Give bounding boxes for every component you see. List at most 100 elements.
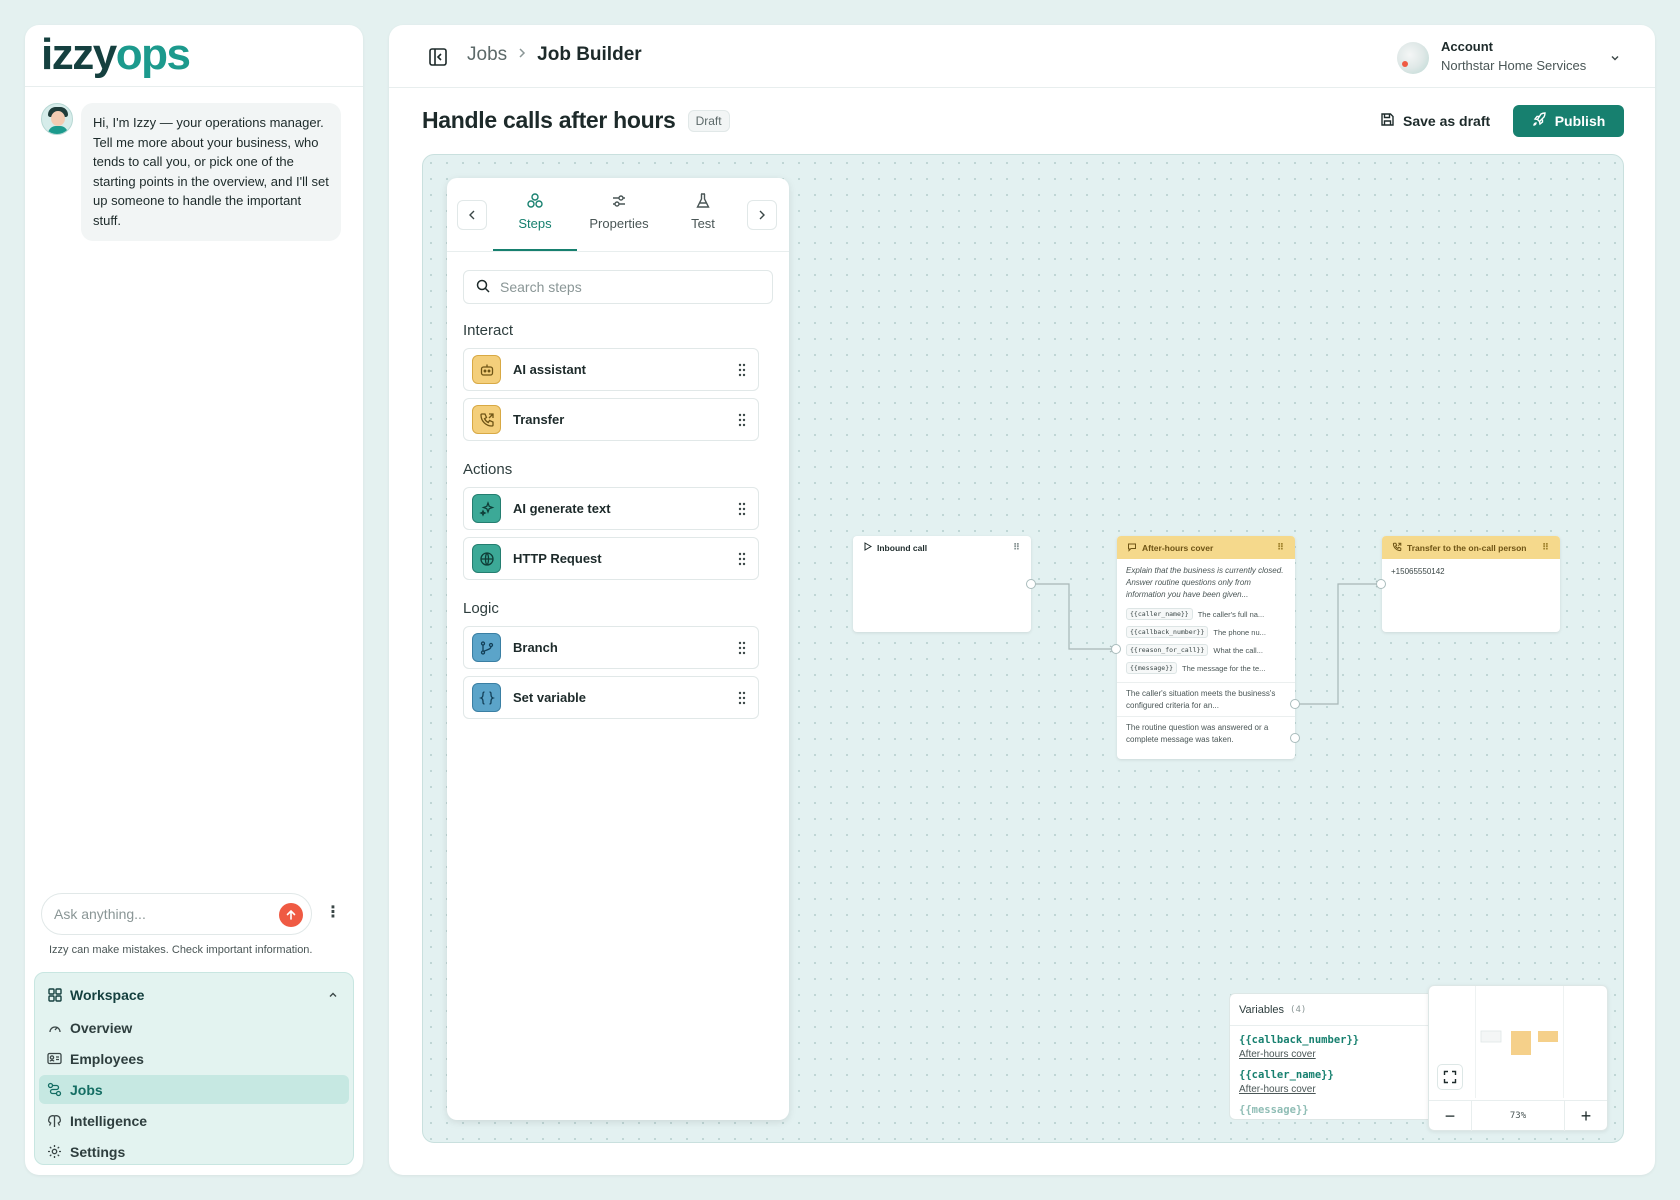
step-label: Branch: [513, 640, 558, 655]
phone-forward-icon: [1392, 542, 1402, 554]
zoom-level: 73%: [1471, 1101, 1565, 1131]
group-interact: Interact: [463, 322, 514, 339]
brand-logo[interactable]: izzyops: [25, 25, 363, 87]
nav-item-intelligence[interactable]: Intelligence: [39, 1106, 349, 1135]
drag-handle-icon[interactable]: [738, 502, 746, 516]
step-ai-assistant[interactable]: AI assistant: [463, 348, 759, 391]
flow-canvas[interactable]: Steps Properties Test Search steps Inter…: [422, 154, 1624, 1143]
breadcrumb-jobs-link[interactable]: Jobs: [467, 44, 507, 66]
steps-panel: Steps Properties Test Search steps Inter…: [447, 178, 789, 1120]
variable-chip: {{caller_name}}: [1126, 608, 1193, 620]
nav-item-label: Jobs: [70, 1081, 103, 1098]
nav-item-settings[interactable]: Settings: [39, 1137, 349, 1166]
collapse-sidebar-icon[interactable]: [428, 47, 448, 67]
node-after-hours-cover[interactable]: After-hours cover ⠿ Explain that the bus…: [1111, 536, 1300, 759]
step-ai-generate-text[interactable]: AI generate text: [463, 487, 759, 530]
tab-steps[interactable]: Steps: [493, 192, 577, 231]
output-port[interactable]: [1290, 733, 1300, 743]
nav-item-label: Intelligence: [70, 1112, 148, 1129]
step-transfer[interactable]: Transfer: [463, 398, 759, 441]
variable-name[interactable]: {{caller_name}}: [1230, 1069, 1433, 1081]
chevron-left-icon[interactable]: [457, 200, 487, 230]
node-inbound-call[interactable]: Inbound call ⠿: [853, 536, 1036, 632]
active-tab-indicator: [493, 249, 577, 251]
account-switcher[interactable]: Account Northstar Home Services: [1397, 39, 1619, 74]
node-header: Transfer to the on-call person ⠿: [1382, 536, 1560, 559]
step-label: Set variable: [513, 690, 586, 705]
step-set-variable[interactable]: Set variable: [463, 676, 759, 719]
tab-test[interactable]: Test: [661, 192, 745, 231]
output-port[interactable]: [1290, 699, 1300, 709]
drag-handle-icon[interactable]: [738, 413, 746, 427]
phone-forward-icon: [472, 405, 501, 434]
tab-properties[interactable]: Properties: [577, 192, 661, 231]
variable-source-link[interactable]: After-hours cover: [1230, 1049, 1433, 1060]
nav-item-jobs[interactable]: Jobs: [39, 1075, 349, 1104]
ask-input[interactable]: Ask anything...: [41, 893, 312, 935]
chevron-up-icon[interactable]: [327, 988, 339, 1004]
search-steps-input[interactable]: Search steps: [463, 270, 773, 304]
zoom-in-button[interactable]: +: [1565, 1101, 1607, 1131]
nav-item-overview[interactable]: Overview: [39, 1013, 349, 1042]
variables-title: Variables: [1239, 1003, 1285, 1016]
more-options-icon[interactable]: ⋮: [325, 903, 341, 923]
job-builder-main: Jobs Job Builder Account Northstar Home …: [389, 25, 1655, 1175]
drag-handle-icon[interactable]: [738, 641, 746, 655]
drag-handle-icon[interactable]: [738, 363, 746, 377]
drag-handle-icon[interactable]: [738, 552, 746, 566]
output-port[interactable]: [1026, 579, 1036, 589]
top-bar: Jobs Job Builder Account Northstar Home …: [389, 25, 1655, 88]
job-title[interactable]: Handle calls after hours: [422, 107, 676, 134]
minimap[interactable]: − 73% +: [1428, 985, 1608, 1131]
variables-panel: Variables (4) {{callback_number}} After-…: [1229, 993, 1434, 1120]
workspace-section-label: Workspace: [70, 987, 145, 1003]
assistant-sidebar: izzyops Hi, I'm Izzy — your operations m…: [25, 25, 363, 1175]
variables-header: Variables (4): [1230, 994, 1433, 1026]
chat-icon: [1127, 542, 1137, 554]
zoom-out-button[interactable]: −: [1429, 1101, 1471, 1131]
node-transfer[interactable]: Transfer to the on-call person ⠿ +150655…: [1376, 536, 1560, 632]
variable-name[interactable]: {{message}}: [1230, 1104, 1433, 1116]
variable-desc: What the call...: [1213, 645, 1263, 655]
ai-disclaimer: Izzy can make mistakes. Check important …: [49, 944, 313, 956]
fit-view-icon[interactable]: [1437, 1064, 1463, 1090]
publish-button[interactable]: Publish: [1513, 105, 1624, 137]
drag-handle-icon[interactable]: ⠿: [1542, 542, 1549, 553]
variable-source-link[interactable]: After-hours cover: [1230, 1084, 1433, 1095]
step-branch[interactable]: Branch: [463, 626, 759, 669]
step-label: HTTP Request: [513, 551, 602, 566]
gauge-icon: [47, 1020, 62, 1035]
transfer-number: +15065550142: [1391, 567, 1445, 576]
braces-icon: [472, 683, 501, 712]
rocket-icon: [1532, 112, 1547, 130]
breadcrumb: Jobs Job Builder: [467, 44, 642, 66]
drag-handle-icon[interactable]: ⠿: [1277, 542, 1284, 553]
breadcrumb-current: Job Builder: [537, 44, 642, 65]
search-icon: [476, 279, 490, 296]
chevron-down-icon[interactable]: [1609, 51, 1621, 69]
input-port[interactable]: [1111, 644, 1121, 654]
drag-handle-icon[interactable]: ⠿: [1013, 542, 1020, 553]
input-port[interactable]: [1376, 579, 1386, 589]
variable-chip: {{message}}: [1126, 662, 1178, 674]
sliders-icon: [577, 192, 661, 212]
sparkles-icon: [472, 494, 501, 523]
assistant-message-row: Hi, I'm Izzy — your operations manager. …: [41, 103, 341, 241]
drag-handle-icon[interactable]: [738, 691, 746, 705]
variable-name[interactable]: {{callback_number}}: [1230, 1034, 1433, 1046]
search-placeholder: Search steps: [500, 279, 582, 295]
nav-item-employees[interactable]: Employees: [39, 1044, 349, 1073]
account-avatar: [1397, 42, 1429, 74]
chevron-right-icon[interactable]: [747, 200, 777, 230]
panel-tabs: Steps Properties Test: [447, 178, 789, 252]
workspace-section-toggle[interactable]: Workspace: [39, 979, 349, 1011]
tab-label: Steps: [518, 216, 552, 231]
send-icon[interactable]: [279, 903, 303, 927]
zoom-controls: − 73% +: [1429, 1100, 1607, 1131]
variable-chip: {{callback_number}}: [1126, 626, 1209, 638]
node-variable-row: {{reason_for_call}} What the call...: [1117, 641, 1295, 659]
node-description: Explain that the business is currently c…: [1126, 566, 1284, 599]
save-draft-button[interactable]: Save as draft: [1374, 105, 1496, 137]
step-http-request[interactable]: HTTP Request: [463, 537, 759, 580]
step-label: AI assistant: [513, 362, 586, 377]
